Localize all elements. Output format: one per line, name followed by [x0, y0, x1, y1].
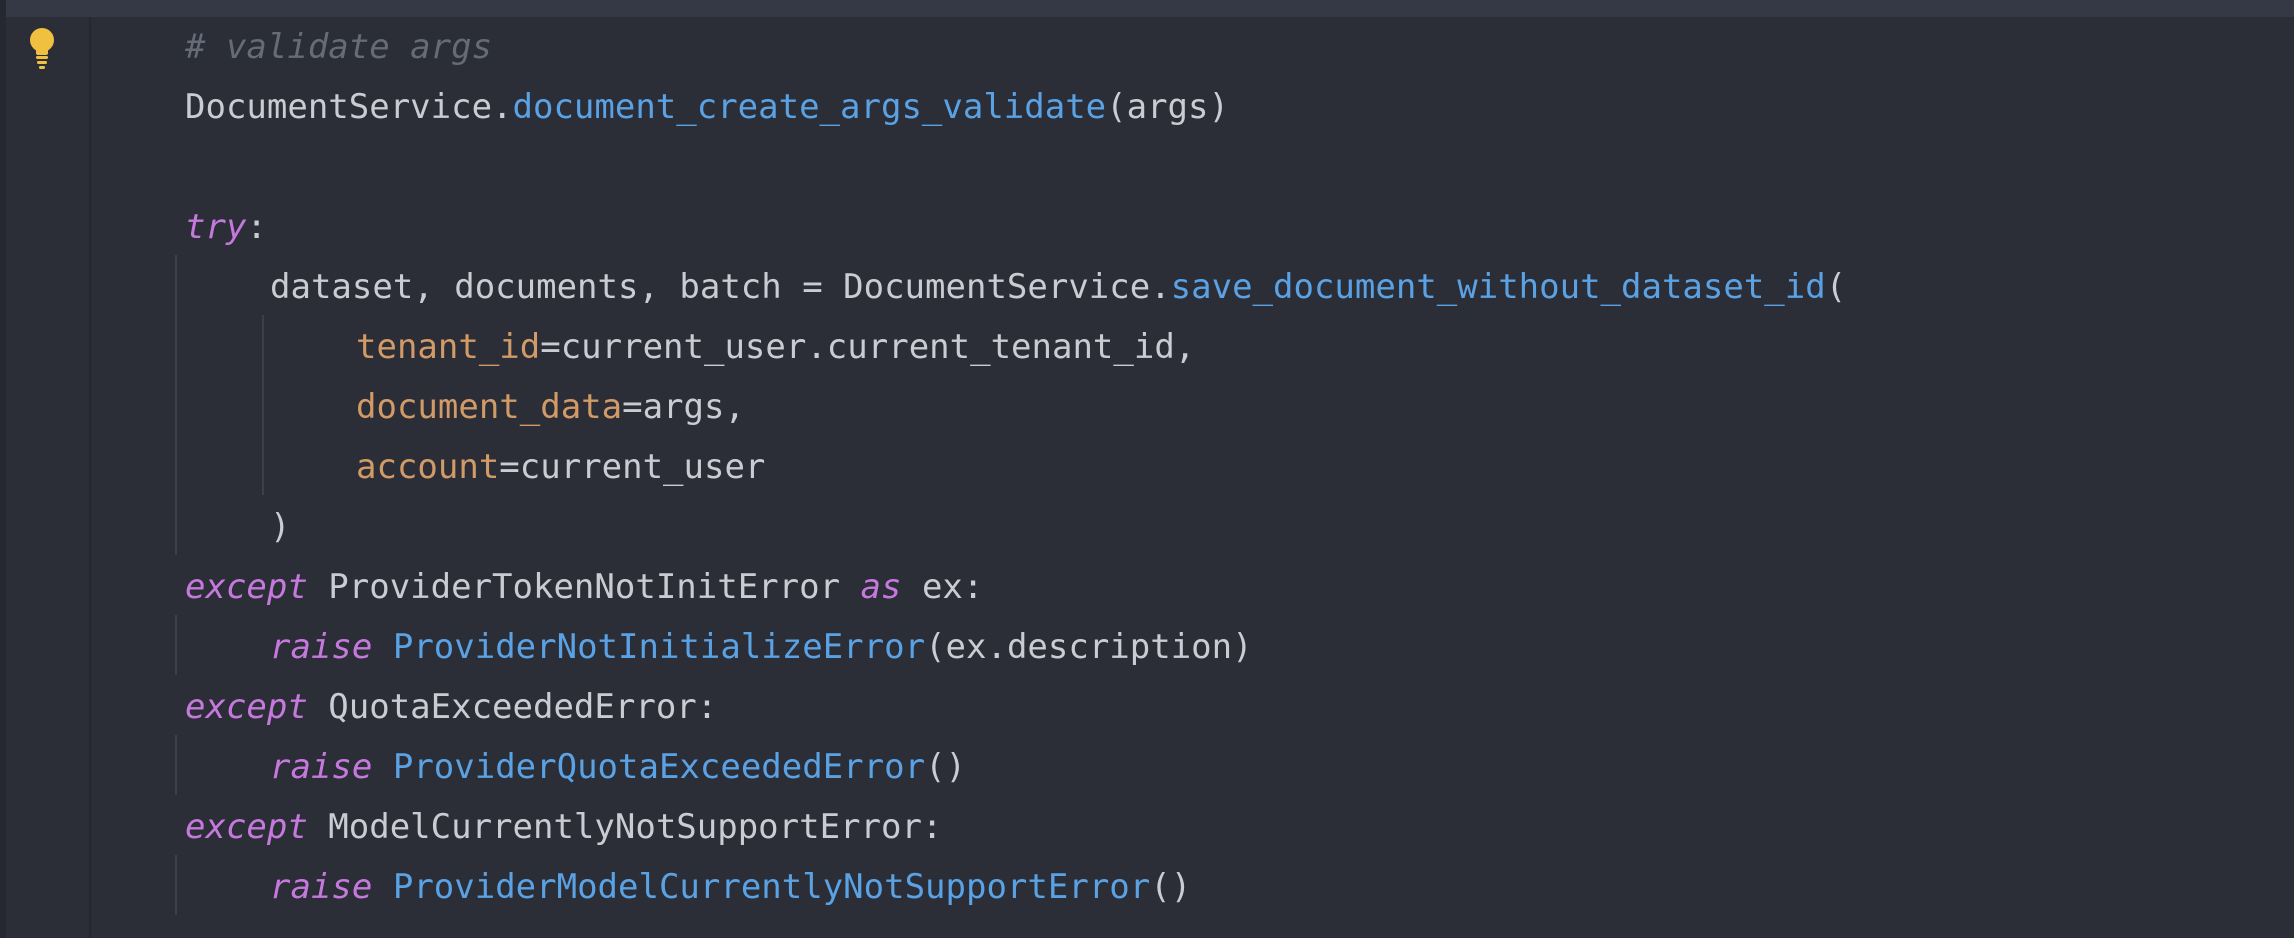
code-line[interactable]: dataset, documents, batch = DocumentServ…: [270, 257, 1846, 317]
code-token: (): [925, 747, 967, 787]
code-token: :: [246, 207, 267, 247]
function-token: ProviderModelCurrentlyNotSupportError: [392, 867, 1151, 907]
function-token: ProviderQuotaExceededError: [392, 747, 926, 787]
code-token: ModelCurrentlyNotSupportError:: [307, 807, 943, 847]
keyword-token: except: [185, 687, 308, 727]
code-line[interactable]: tenant_id=current_user.current_tenant_id…: [356, 317, 1195, 377]
code-token: ex:: [901, 567, 984, 607]
comment-token: # validate args: [185, 27, 493, 67]
keyword-token: raise: [270, 747, 373, 787]
code-token: DocumentService.: [185, 87, 513, 127]
code-line[interactable]: document_data=args,: [356, 377, 745, 437]
code-token: dataset, documents, batch = DocumentServ…: [270, 267, 1171, 307]
indent-guide-except-1: [175, 615, 177, 675]
code-editor[interactable]: # validate args DocumentService.document_…: [0, 17, 2294, 938]
code-token: (ex.description): [925, 627, 1253, 667]
code-token: =args,: [622, 387, 745, 427]
keyword-token: try: [185, 207, 247, 247]
keyword-token: except: [185, 807, 308, 847]
parameter-token: account: [356, 447, 500, 487]
code-line[interactable]: try:: [185, 197, 267, 257]
code-line[interactable]: ): [270, 497, 290, 557]
function-token: save_document_without_dataset_id: [1170, 267, 1826, 307]
keyword-token: raise: [270, 627, 373, 667]
code-token: ): [270, 507, 291, 547]
code-line[interactable]: except ProviderTokenNotInitError as ex:: [185, 557, 983, 617]
code-line[interactable]: # validate args: [185, 17, 492, 77]
indent-guide-except-2: [175, 735, 177, 795]
code-token: (: [1825, 267, 1847, 307]
code-token: (args): [1106, 87, 1229, 127]
keyword-token: except: [185, 567, 308, 607]
code-token: (): [1150, 867, 1192, 907]
code-token: =current_user.current_tenant_id,: [540, 327, 1196, 367]
editor-top-bar: [0, 0, 2294, 17]
code-line[interactable]: except ModelCurrentlyNotSupportError:: [185, 797, 942, 857]
code-line[interactable]: except QuotaExceededError:: [185, 677, 717, 737]
code-token: ProviderTokenNotInitError: [307, 567, 861, 607]
keyword-token: raise: [270, 867, 373, 907]
code-line[interactable]: raise ProviderModelCurrentlyNotSupportEr…: [270, 857, 1191, 917]
indent-guide-try: [175, 255, 177, 555]
code-line[interactable]: raise ProviderNotInitializeError(ex.desc…: [270, 617, 1253, 677]
indent-guide-call-args: [262, 315, 264, 495]
code-line[interactable]: raise ProviderQuotaExceededError(): [270, 737, 966, 797]
parameter-token: document_data: [356, 387, 623, 427]
keyword-token: as: [860, 567, 902, 607]
code-line[interactable]: account=current_user: [356, 437, 765, 497]
code-line[interactable]: DocumentService.document_create_args_val…: [185, 77, 1229, 137]
code-token: QuotaExceededError:: [307, 687, 718, 727]
function-token: ProviderNotInitializeError: [392, 627, 926, 667]
parameter-token: tenant_id: [356, 327, 541, 367]
function-token: document_create_args_validate: [512, 87, 1107, 127]
code-token: =current_user: [499, 447, 766, 487]
indent-guide-except-3: [175, 855, 177, 915]
